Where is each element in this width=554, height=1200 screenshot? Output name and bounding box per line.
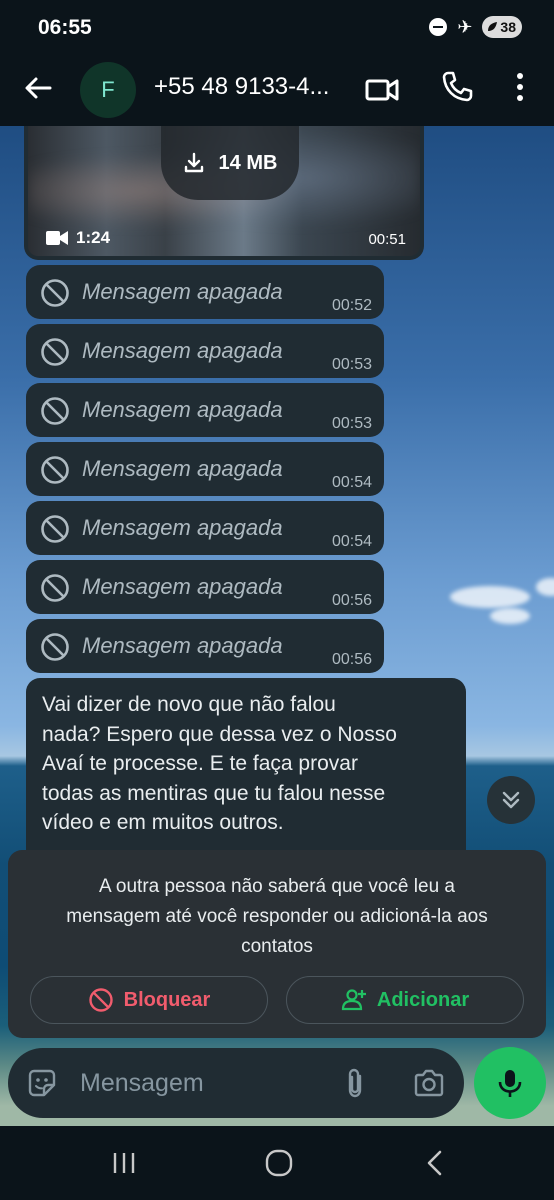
message-input[interactable] — [80, 1066, 320, 1100]
deleted-icon — [41, 574, 69, 602]
back-icon[interactable] — [422, 1148, 446, 1178]
avatar[interactable]: F — [80, 62, 136, 118]
battery-indicator: 38 — [482, 16, 522, 38]
more-options-icon[interactable] — [506, 70, 534, 104]
message-time: 00:56 — [331, 651, 372, 668]
deleted-message-text: Mensagem apagada — [82, 279, 283, 304]
video-duration-text: 1:24 — [76, 228, 111, 247]
home-icon[interactable] — [264, 1148, 294, 1178]
message-time: 00:56 — [331, 592, 372, 609]
wallpaper-cloud — [490, 608, 530, 624]
status-icons: ✈ 38 — [429, 16, 522, 38]
battery-saver-icon — [488, 22, 498, 31]
video-call-icon[interactable] — [364, 72, 400, 108]
voice-call-icon[interactable] — [440, 70, 474, 104]
notice-line: A outra pessoa não saberá que você leu a — [99, 876, 455, 897]
message-line: todas as mentiras que tu falou nesse — [42, 781, 386, 805]
chat-header: F +55 48 9133-4... — [0, 56, 554, 126]
add-label: Adicionar — [376, 988, 470, 1011]
do-not-disturb-icon — [429, 18, 448, 36]
wallpaper-cloud — [536, 578, 554, 596]
message-time: 00:51 — [368, 231, 406, 248]
deleted-icon — [41, 397, 69, 425]
deleted-message[interactable]: Mensagem apagada 00:54 — [26, 442, 384, 496]
text-message[interactable]: Vai dizer de novo que não falou nada? Es… — [26, 678, 466, 868]
deleted-message-text: Mensagem apagada — [82, 574, 283, 599]
status-bar: 06:55 ✈ 38 — [0, 0, 554, 56]
video-thumbnail[interactable]: 14 MB 1:24 00:51 — [28, 126, 420, 256]
message-line: nada? Espero que dessa vez o Nosso — [42, 722, 397, 746]
system-navigation-bar — [0, 1126, 554, 1200]
download-size: 14 MB — [218, 151, 278, 174]
battery-level: 38 — [500, 19, 516, 35]
deleted-message[interactable]: Mensagem apagada 00:53 — [26, 324, 384, 378]
add-person-icon — [341, 989, 366, 1011]
download-icon — [184, 152, 203, 173]
notice-line: contatos — [241, 936, 313, 957]
message-time: 00:53 — [331, 415, 372, 432]
deleted-message-text: Mensagem apagada — [82, 397, 283, 422]
video-camera-icon — [46, 231, 68, 245]
attach-icon[interactable] — [340, 1066, 370, 1100]
video-message[interactable]: 14 MB 1:24 00:51 — [24, 126, 424, 260]
deleted-message[interactable]: Mensagem apagada 00:54 — [26, 501, 384, 555]
sticker-icon[interactable] — [26, 1067, 58, 1099]
download-button[interactable]: 14 MB — [161, 126, 299, 200]
deleted-icon — [41, 456, 69, 484]
deleted-message[interactable]: Mensagem apagada 00:56 — [26, 619, 384, 673]
voice-message-button[interactable] — [474, 1047, 546, 1119]
airplane-icon: ✈ — [457, 17, 473, 37]
avatar-letter: F — [101, 77, 115, 102]
block-button[interactable]: Bloquear — [30, 976, 268, 1024]
wallpaper-cloud — [450, 586, 530, 608]
block-icon — [88, 988, 113, 1012]
video-duration: 1:24 — [46, 228, 110, 248]
message-time: 00:52 — [331, 297, 372, 314]
deleted-icon — [41, 515, 69, 543]
message-line: Vai dizer de novo que não falou — [42, 693, 336, 716]
deleted-icon — [41, 633, 69, 661]
deleted-message-text: Mensagem apagada — [82, 456, 283, 481]
deleted-message[interactable]: Mensagem apagada 00:56 — [26, 560, 384, 614]
status-time: 06:55 — [38, 16, 92, 39]
unknown-contact-notice: A outra pessoa não saberá que você leu a… — [8, 850, 546, 1038]
message-time: 00:54 — [331, 474, 372, 491]
deleted-message-text: Mensagem apagada — [82, 338, 283, 363]
microphone-icon — [498, 1070, 522, 1097]
deleted-message[interactable]: Mensagem apagada 00:53 — [26, 383, 384, 437]
double-chevron-down-icon — [502, 791, 520, 809]
back-arrow-icon[interactable] — [22, 72, 54, 104]
chat-area[interactable]: 14 MB 1:24 00:51 Mensagem apagada 00:52 … — [0, 126, 554, 1126]
notice-line: mensagem até você responder ou adicioná-… — [66, 906, 488, 927]
deleted-message[interactable]: Mensagem apagada 00:52 — [26, 265, 384, 319]
message-composer — [8, 1048, 464, 1118]
message-line: Avaí te processe. E te faça provar — [42, 752, 358, 775]
deleted-message-text: Mensagem apagada — [82, 515, 283, 540]
deleted-icon — [41, 338, 69, 366]
recent-apps-icon[interactable] — [110, 1150, 138, 1176]
block-label: Bloquear — [123, 988, 211, 1011]
camera-icon[interactable] — [412, 1067, 446, 1099]
message-line: vídeo e em muitos outros. — [42, 811, 284, 834]
deleted-message-text: Mensagem apagada — [82, 633, 283, 658]
message-time: 00:53 — [331, 356, 372, 373]
message-time: 00:54 — [331, 533, 372, 550]
notice-text: A outra pessoa não saberá que você leu a… — [28, 872, 526, 962]
deleted-icon — [41, 279, 69, 307]
contact-name[interactable]: +55 48 9133-4... — [154, 73, 346, 101]
scroll-to-bottom-button[interactable] — [487, 776, 535, 824]
add-contact-button[interactable]: Adicionar — [286, 976, 524, 1024]
